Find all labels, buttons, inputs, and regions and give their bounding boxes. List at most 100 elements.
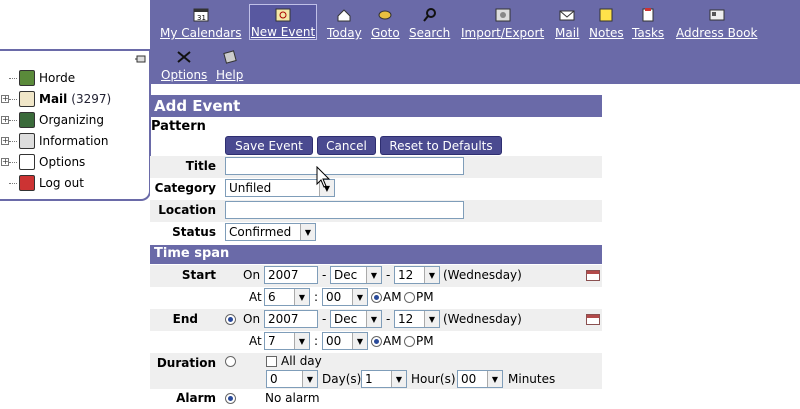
duration-row: Duration All day 0 ▼ Day(s) 1 ▼ Hour(s) 00…	[150, 353, 602, 389]
end-am-radio[interactable]	[371, 336, 382, 347]
mail-button[interactable]: Mail	[555, 0, 579, 40]
chevron-down-icon: ▼	[300, 224, 315, 240]
expand-icon[interactable]: +	[1, 158, 9, 166]
sidebar-item-horde[interactable]: Horde	[0, 68, 75, 88]
today-icon	[335, 7, 353, 23]
chevron-down-icon: ▼	[366, 311, 381, 327]
pin-icon[interactable]	[135, 54, 147, 64]
my-calendars-button[interactable]: 31 My Calendars	[160, 0, 241, 40]
sidebar-item-organizing[interactable]: + Organizing	[0, 110, 104, 130]
chevron-down-icon: ▼	[352, 333, 367, 349]
top-toolbar: 31 My Calendars New Event Today Goto Sea…	[150, 0, 800, 84]
title-label: Title	[185, 159, 216, 173]
status-row: Status Confirmed ▼	[150, 222, 602, 244]
location-row: Location	[150, 200, 602, 222]
start-am-radio[interactable]	[371, 292, 382, 303]
organizing-icon	[19, 112, 35, 128]
mail-icon	[558, 7, 576, 23]
end-year-input[interactable]: 2007	[264, 310, 318, 328]
options-icon	[175, 49, 193, 65]
sidebar-item-mail[interactable]: + Mail (3297)	[0, 89, 111, 109]
calendar-picker-icon[interactable]	[586, 270, 600, 281]
tasks-button[interactable]: Tasks	[632, 0, 664, 40]
status-select[interactable]: Confirmed ▼	[225, 223, 316, 241]
end-hour-select[interactable]: 7 ▼	[264, 332, 310, 350]
time-span-heading: Time span	[150, 245, 602, 264]
today-button[interactable]: Today	[327, 0, 362, 40]
save-event-button[interactable]: Save Event	[225, 136, 313, 155]
mouse-cursor-icon	[316, 166, 331, 188]
category-label: Category	[154, 181, 216, 195]
start-year-input[interactable]: 2007	[264, 266, 318, 284]
goto-button[interactable]: Goto	[371, 0, 400, 40]
chevron-down-icon: ▼	[424, 311, 439, 327]
calendar-icon: 31	[192, 7, 210, 23]
mail-count: (3297)	[71, 92, 112, 106]
end-radio[interactable]	[225, 314, 236, 325]
all-day-checkbox[interactable]	[266, 356, 277, 367]
chevron-down-icon: ▼	[487, 371, 502, 387]
chevron-down-icon: ▼	[366, 267, 381, 283]
start-time-row: At 6 ▼ : 00 ▼ AM PM	[150, 287, 602, 309]
calendar-picker-icon[interactable]	[586, 314, 600, 325]
start-pm-radio[interactable]	[404, 292, 415, 303]
location-label: Location	[158, 203, 216, 217]
options-button[interactable]: Options	[161, 42, 207, 82]
alarm-row: Alarm No alarm	[150, 389, 602, 409]
end-date-row: End On 2007 - Dec ▼ - 12 ▼ (Wednesday)	[150, 309, 602, 331]
end-month-select[interactable]: Dec ▼	[330, 310, 382, 328]
sidebar-item-information[interactable]: + Information	[0, 131, 108, 151]
sidebar-item-logout[interactable]: Log out	[0, 173, 84, 193]
new-event-button[interactable]: New Event	[249, 4, 317, 40]
end-minute-select[interactable]: 00 ▼	[322, 332, 368, 350]
title-row: Title	[150, 156, 602, 178]
end-label: End	[172, 312, 198, 326]
duration-days-select[interactable]: 0 ▼	[266, 370, 318, 388]
sidebar: Horde + Mail (3297) + Organizing + Infor…	[0, 49, 151, 201]
start-hour-select[interactable]: 6 ▼	[264, 288, 310, 306]
alarm-label: Alarm	[176, 391, 216, 405]
start-label: Start	[181, 268, 216, 282]
notes-button[interactable]: Notes	[589, 0, 624, 40]
chevron-down-icon: ▼	[294, 333, 309, 349]
status-label: Status	[172, 225, 216, 239]
cancel-button[interactable]: Cancel	[317, 136, 376, 155]
help-button[interactable]: Help	[216, 42, 243, 82]
chevron-down-icon: ▼	[302, 371, 317, 387]
expand-icon[interactable]: +	[1, 137, 9, 145]
expand-icon[interactable]: +	[1, 95, 9, 103]
reset-defaults-button[interactable]: Reset to Defaults	[380, 136, 502, 155]
duration-minutes-select[interactable]: 00 ▼	[457, 370, 503, 388]
title-input[interactable]	[225, 157, 464, 175]
chevron-down-icon: ▼	[391, 371, 406, 387]
duration-radio[interactable]	[225, 356, 236, 367]
address-book-button[interactable]: Address Book	[676, 0, 757, 40]
end-day-select[interactable]: 12 ▼	[394, 310, 440, 328]
search-icon	[421, 7, 439, 23]
end-time-row: At 7 ▼ : 00 ▼ AM PM	[150, 331, 602, 353]
import-export-icon	[494, 7, 512, 23]
no-alarm-radio[interactable]	[225, 393, 236, 404]
goto-icon	[376, 7, 394, 23]
expand-icon[interactable]: +	[1, 116, 9, 124]
notes-icon	[597, 7, 615, 23]
duration-hours-select[interactable]: 1 ▼	[361, 370, 407, 388]
information-icon	[19, 133, 35, 149]
category-row: Category Unfiled ▼	[150, 178, 602, 200]
start-day-select[interactable]: 12 ▼	[394, 266, 440, 284]
search-button[interactable]: Search	[409, 0, 450, 40]
address-book-icon	[708, 7, 726, 23]
end-pm-radio[interactable]	[404, 336, 415, 347]
location-input[interactable]	[225, 201, 464, 219]
mail-icon	[19, 91, 35, 107]
svg-text:31: 31	[197, 14, 206, 22]
options-icon	[19, 154, 35, 170]
pattern-label: Pattern	[151, 119, 206, 134]
tasks-icon	[639, 7, 657, 23]
start-date-row: Start On 2007 - Dec ▼ - 12 ▼ (Wednesday)	[150, 265, 602, 287]
start-minute-select[interactable]: 00 ▼	[322, 288, 368, 306]
start-month-select[interactable]: Dec ▼	[330, 266, 382, 284]
import-export-button[interactable]: Import/Export	[461, 0, 544, 40]
horde-icon	[19, 70, 35, 86]
sidebar-item-options[interactable]: + Options	[0, 152, 85, 172]
